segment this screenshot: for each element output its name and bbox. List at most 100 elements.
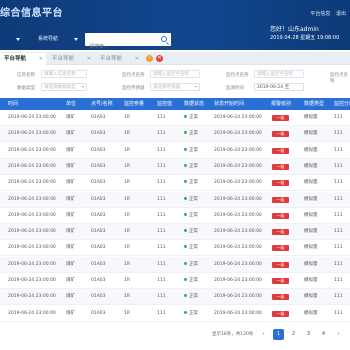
status-text: 正常 <box>189 196 198 202</box>
col-param-cell: 1R <box>124 196 130 202</box>
logout-link[interactable]: 退出 <box>336 11 346 17</box>
table-row[interactable]: 2019-06-24 23:00:00 煤矿 01A03 1R 111 正常 2019-06… <box>0 158 350 175</box>
alarm-level-badge[interactable]: 一级 <box>272 147 289 154</box>
col-substation-header: 监控分站 <box>334 101 350 107</box>
col-value-cell: 111 <box>157 131 166 137</box>
filter-input[interactable]: 请输入监控点名称 <box>254 70 304 78</box>
table-row[interactable]: 2019-06-24 23:00:00 煤矿 01A03 1R 111 正常 2019-06… <box>0 208 350 224</box>
filter-input[interactable]: 请输入信息名称 <box>41 70 87 78</box>
col-unit-cell: 煤矿 <box>66 229 75 235</box>
alarm-level-badge[interactable]: 一级 <box>272 196 289 203</box>
alarm-level-badge[interactable]: 一级 <box>272 229 289 236</box>
col-value-cell: 111 <box>157 310 166 316</box>
col-status-start-cell: 2019-06-24 23:00:00 <box>214 180 262 186</box>
col-data-type-cell: 模拟量 <box>304 115 318 120</box>
col-status-start-cell: 2019-06-24 23:00:00 <box>214 310 262 316</box>
col-data-type-cell: 模拟量 <box>304 180 318 186</box>
alarm-level-badge[interactable]: 一级 <box>272 131 289 138</box>
page-4-button[interactable]: 4 <box>318 329 329 340</box>
alarm-level-badge[interactable]: 一级 <box>272 294 289 301</box>
status-text: 正常 <box>189 261 198 267</box>
col-point-cell: 01A03 <box>91 163 106 169</box>
alarm-level-badge[interactable]: 一级 <box>272 245 289 252</box>
table-row[interactable]: 2019-06-24 23:00:00 煤矿 01A03 1R 111 正常 2019-06… <box>0 306 350 322</box>
filter-panel: 信息名称 请输入信息名称 监控点名称 请输入监控点名称 监控点名称 请输入监控点… <box>0 66 350 96</box>
table-row[interactable]: 2019-06-24 23:00:00 煤矿 01A03 1R 111 正常 2019-06… <box>0 143 350 159</box>
search-box <box>85 33 171 54</box>
col-substation-cell: 111 <box>334 115 343 120</box>
app-title: 综合信息平台 <box>0 8 63 19</box>
search-icon[interactable] <box>161 36 167 42</box>
tab-scroll-icon[interactable]: ‹ <box>146 55 153 62</box>
status-ok-icon <box>184 212 187 216</box>
prev-page-button[interactable]: ‹ <box>258 329 269 340</box>
tab-platform-nav-1[interactable]: 平台导航 ✕ <box>0 53 46 65</box>
status-text: 正常 <box>189 131 198 137</box>
page-1-button[interactable]: 1 <box>273 329 284 340</box>
status-text: 正常 <box>189 294 198 300</box>
page-3-button[interactable]: 3 <box>303 329 314 340</box>
table-row[interactable]: 2019-06-24 23:00:00 煤矿 01A03 1R 111 正常 2019-06… <box>0 273 350 289</box>
col-data-type-cell: 模拟量 <box>304 163 318 169</box>
sensor-select[interactable]: 请选择传感器 <box>150 83 200 91</box>
nav-left-select[interactable] <box>6 33 20 46</box>
alarm-level-badge[interactable]: 一级 <box>272 180 289 187</box>
system-nav-select[interactable]: 系统导航 <box>38 33 78 46</box>
col-substation-cell: 111 <box>334 196 343 202</box>
col-substation-cell: 111 <box>334 294 343 300</box>
tab-label: 平台导航 <box>4 56 27 62</box>
page-2-button[interactable]: 2 <box>288 329 299 340</box>
table-row[interactable]: 2019-06-24 23:00:00 煤矿 01A03 1R 111 正常 2019-06… <box>0 126 350 143</box>
status-ok-icon <box>184 196 187 200</box>
col-status-start-cell: 2019-06-24 23:00:00 <box>214 196 262 202</box>
col-substation-cell: 111 <box>334 278 343 283</box>
close-icon[interactable]: ✕ <box>39 53 43 65</box>
col-substation-cell: 111 <box>334 147 343 153</box>
col-param-cell: 1R <box>124 294 130 300</box>
table-row[interactable]: 2019-06-24 23:00:00 煤矿 01A03 1R 111 正常 2019-06… <box>0 175 350 192</box>
tab-label: 平台导航 <box>52 56 75 62</box>
col-time-cell: 2019-06-24 23:00:00 <box>8 212 56 218</box>
data-type-select[interactable]: 请选择数据类型 <box>41 83 87 91</box>
alarm-level-badge[interactable]: 一级 <box>272 115 289 121</box>
alarm-level-badge[interactable]: 一级 <box>272 261 289 268</box>
date-range-input[interactable]: 2019-06-24 至 <box>254 83 304 91</box>
col-status-start-cell: 2019-06-24 23:00:00 <box>214 212 262 218</box>
table-row[interactable]: 2019-06-24 23:00:00 煤矿 01A03 1R 111 正常 2019-06… <box>0 240 350 257</box>
filter-input[interactable]: 请输入监控点名称 <box>150 70 200 78</box>
col-value-cell: 111 <box>157 180 166 186</box>
table-row[interactable]: 2019-06-24 23:00:00 煤矿 01A03 1R 111 正常 2019-06… <box>0 256 350 273</box>
col-data-type-cell: 模拟量 <box>304 294 318 300</box>
tab-strip: 平台导航 ✕ 平台导航 ✕ 平台导航 ✕ ‹ ✕ <box>0 52 350 65</box>
alarm-level-badge[interactable]: 一级 <box>272 212 289 219</box>
tab-platform-nav-2[interactable]: 平台导航 ✕ <box>48 53 94 65</box>
table-row[interactable]: 2019-06-24 23:00:00 煤矿 01A03 1R 111 正常 2019-06… <box>0 191 350 208</box>
table-row[interactable]: 2019-06-24 23:00:00 煤矿 01A03 1R 111 正常 2019-06… <box>0 289 350 306</box>
next-page-button[interactable]: › <box>333 329 344 340</box>
table-row[interactable]: 2019-06-24 23:00:00 煤矿 01A03 1R 111 正常 2019-06… <box>0 110 350 126</box>
table-row[interactable]: 2019-06-24 23:00:00 煤矿 01A03 1R 111 正常 2019-06… <box>0 224 350 241</box>
col-time-cell: 2019-06-24 23:00:00 <box>8 261 56 267</box>
col-value-cell: 111 <box>157 261 166 267</box>
alarm-level-badge[interactable]: 一级 <box>272 278 289 284</box>
status-text: 正常 <box>189 180 198 186</box>
alarm-level-badge[interactable]: 一级 <box>272 310 289 317</box>
col-substation-cell: 111 <box>334 245 343 251</box>
close-all-tabs-icon[interactable]: ✕ <box>156 55 163 62</box>
close-icon[interactable]: ✕ <box>87 53 91 65</box>
status-text: 正常 <box>189 115 198 120</box>
col-status-start-cell: 2019-06-24 23:00:00 <box>214 261 262 267</box>
col-status-cell: 正常 <box>184 175 198 191</box>
col-unit-cell: 煤矿 <box>66 294 75 300</box>
col-data-type-cell: 模拟量 <box>304 147 318 153</box>
alarm-level-badge[interactable]: 一级 <box>272 163 289 170</box>
col-status-cell: 正常 <box>184 224 198 240</box>
col-substation-cell: 111 <box>334 180 343 186</box>
platform-info-link[interactable]: 平台信息 <box>310 11 330 17</box>
close-icon[interactable]: ✕ <box>135 53 139 65</box>
status-ok-icon <box>184 115 187 118</box>
tab-platform-nav-3[interactable]: 平台导航 ✕ <box>96 53 142 65</box>
col-data-type-cell: 模拟量 <box>304 261 318 267</box>
col-point-cell: 01A03 <box>91 212 106 218</box>
col-substation-cell: 111 <box>334 212 343 218</box>
